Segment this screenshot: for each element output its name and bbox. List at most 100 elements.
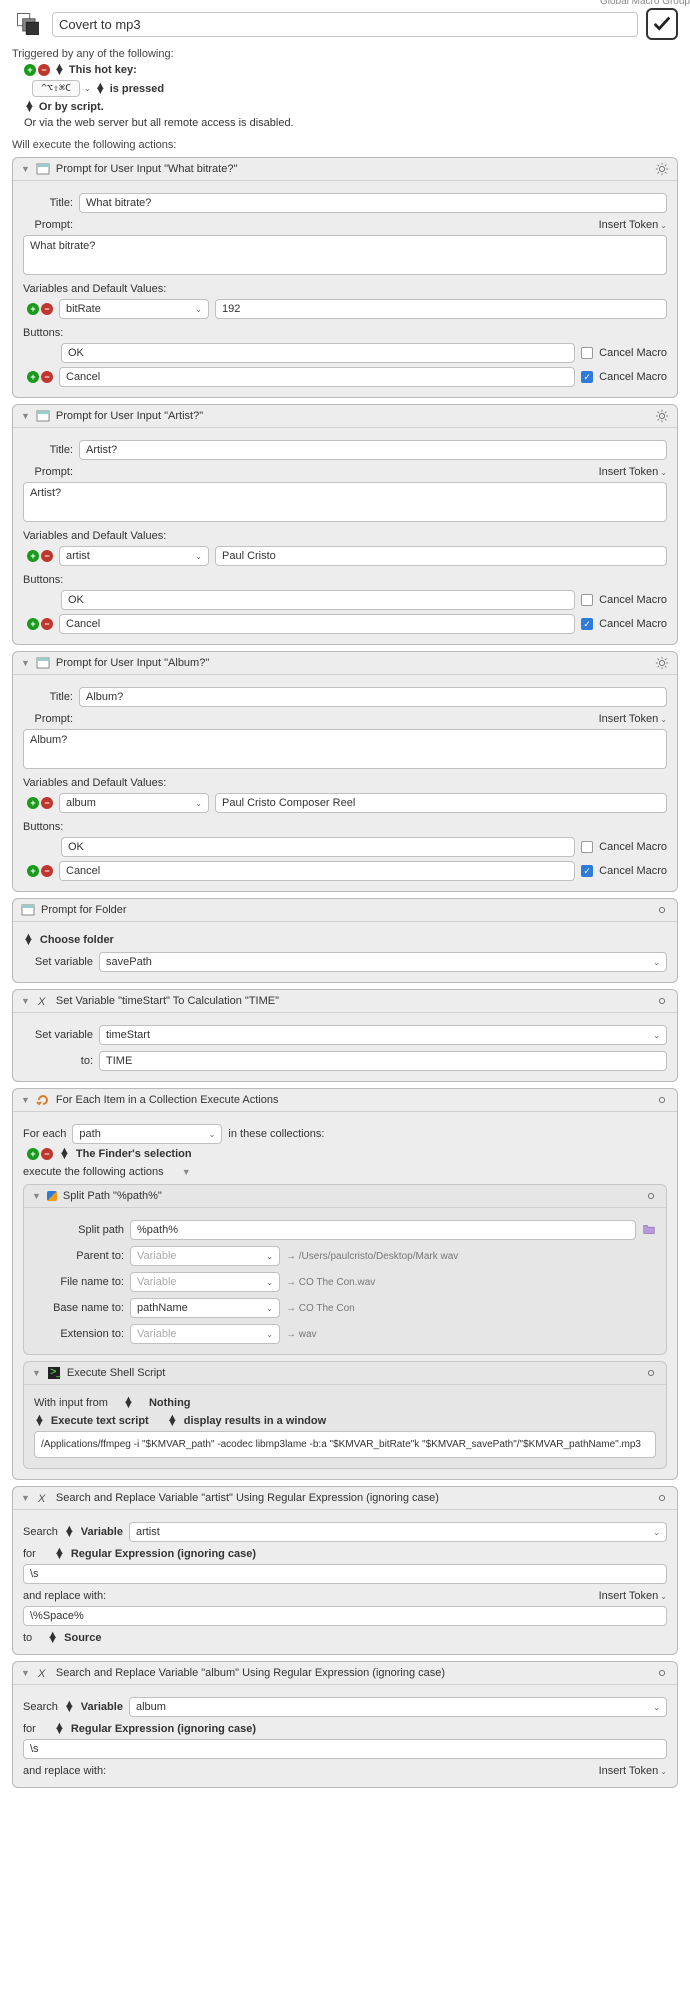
search-pattern-input[interactable] [23,1739,667,1759]
variable-default-input[interactable] [215,299,667,319]
add-var-button[interactable]: + [27,303,39,315]
stepper-icon[interactable]: ▲▼ [64,1527,75,1537]
stepper-icon[interactable]: ▲▼ [123,1398,134,1408]
remove-var-button[interactable]: − [41,303,53,315]
button-name-input[interactable] [59,367,575,387]
title-input[interactable] [79,193,667,213]
disclosure-icon[interactable]: ▼ [32,1191,41,1201]
stepper-icon[interactable]: ▲▼ [23,935,34,945]
cancel-macro-checkbox[interactable] [581,841,593,853]
insert-token-button[interactable]: Insert Token⌄ [599,1765,667,1777]
gear-icon[interactable] [644,1366,658,1380]
insert-token-button[interactable]: Insert Token⌄ [599,713,667,725]
gear-icon[interactable] [655,1093,669,1107]
disclosure-icon[interactable]: ▼ [182,1167,191,1177]
folder-picker-icon[interactable] [642,1222,656,1239]
shell-script-textarea[interactable]: /Applications/ffmpeg -i "$KMVAR_path" -a… [34,1431,656,1458]
add-var-button[interactable]: + [27,797,39,809]
button-name-input[interactable] [61,837,575,857]
variable-name-select[interactable]: artist⌄ [59,546,209,566]
stepper-icon[interactable]: ▲▼ [54,65,65,75]
macro-title-input[interactable] [52,12,638,37]
split-path-input[interactable] [130,1220,636,1240]
replacement-input[interactable] [23,1606,667,1626]
calculation-input[interactable] [99,1051,667,1071]
disclosure-icon[interactable]: ▼ [21,996,30,1006]
remove-var-button[interactable]: − [41,797,53,809]
gear-icon[interactable] [655,1666,669,1680]
stepper-icon[interactable]: ▲▼ [54,1549,65,1559]
button-name-input[interactable] [61,590,575,610]
disclosure-icon[interactable]: ▼ [21,411,30,421]
variable-name-select[interactable]: bitRate⌄ [59,299,209,319]
parent-variable-select[interactable]: Variable⌄ [130,1246,280,1266]
stepper-icon[interactable]: ▲▼ [54,1724,65,1734]
enabled-checkbox[interactable] [646,8,678,40]
add-button-button[interactable]: + [27,865,39,877]
stepper-icon[interactable]: ▲▼ [167,1416,178,1426]
insert-token-button[interactable]: Insert Token⌄ [599,219,667,231]
add-button-button[interactable]: + [27,618,39,630]
gear-icon[interactable] [644,1189,658,1203]
loop-variable-select[interactable]: path⌄ [72,1124,222,1144]
cancel-macro-label: Cancel Macro [599,371,667,383]
hotkey-field[interactable]: ^⌥⇧⌘C [32,80,80,97]
add-var-button[interactable]: + [27,550,39,562]
variable-select[interactable]: savePath⌄ [99,952,667,972]
button-name-input[interactable] [61,343,575,363]
gear-icon[interactable] [655,409,669,423]
disclosure-icon[interactable]: ▼ [21,1493,30,1503]
title-input[interactable] [79,687,667,707]
remove-button-button[interactable]: − [41,865,53,877]
disclosure-icon[interactable]: ▼ [21,658,30,668]
insert-token-button[interactable]: Insert Token⌄ [599,1590,667,1602]
cancel-macro-checkbox[interactable] [581,371,593,383]
title-input[interactable] [79,440,667,460]
prompt-textarea[interactable]: What bitrate? [23,235,667,275]
search-variable-select[interactable]: album⌄ [129,1697,667,1717]
stepper-icon[interactable]: ▲▼ [64,1702,75,1712]
add-collection-button[interactable]: + [27,1148,39,1160]
remove-var-button[interactable]: − [41,550,53,562]
gear-icon[interactable] [655,1491,669,1505]
stepper-icon[interactable]: ▲▼ [59,1149,70,1159]
search-variable-select[interactable]: artist⌄ [129,1522,667,1542]
stepper-icon[interactable]: ▲▼ [47,1633,58,1643]
hotkey-dropdown[interactable]: ⌄ [84,84,91,93]
gear-icon[interactable] [655,162,669,176]
variable-name-select[interactable]: album⌄ [59,793,209,813]
variable-select[interactable]: timeStart⌄ [99,1025,667,1045]
cancel-macro-checkbox[interactable] [581,618,593,630]
add-trigger-button[interactable]: + [24,64,36,76]
cancel-macro-checkbox[interactable] [581,865,593,877]
stepper-icon[interactable]: ▲▼ [95,84,106,94]
insert-token-button[interactable]: Insert Token⌄ [599,466,667,478]
gear-icon[interactable] [655,994,669,1008]
prompt-textarea[interactable]: Album? [23,729,667,769]
gear-icon[interactable] [655,656,669,670]
remove-trigger-button[interactable]: − [38,64,50,76]
prompt-textarea[interactable]: Artist? [23,482,667,522]
filename-variable-select[interactable]: Variable⌄ [130,1272,280,1292]
add-button-button[interactable]: + [27,371,39,383]
disclosure-icon[interactable]: ▼ [21,1095,30,1105]
remove-button-button[interactable]: − [41,618,53,630]
variable-label: Variable [81,1526,123,1538]
extension-variable-select[interactable]: Variable⌄ [130,1324,280,1344]
basename-variable-select[interactable]: pathName⌄ [130,1298,280,1318]
cancel-macro-checkbox[interactable] [581,594,593,606]
search-pattern-input[interactable] [23,1564,667,1584]
variable-default-input[interactable] [215,546,667,566]
cancel-macro-checkbox[interactable] [581,347,593,359]
button-name-input[interactable] [59,861,575,881]
disclosure-icon[interactable]: ▼ [21,164,30,174]
gear-icon[interactable] [655,903,669,917]
variable-default-input[interactable] [215,793,667,813]
remove-collection-button[interactable]: − [41,1148,53,1160]
disclosure-icon[interactable]: ▼ [32,1368,41,1378]
disclosure-icon[interactable]: ▼ [21,1668,30,1678]
button-name-input[interactable] [59,614,575,634]
stepper-icon[interactable]: ▲▼ [34,1416,45,1426]
stepper-icon[interactable]: ▲▼ [24,102,35,112]
remove-button-button[interactable]: − [41,371,53,383]
